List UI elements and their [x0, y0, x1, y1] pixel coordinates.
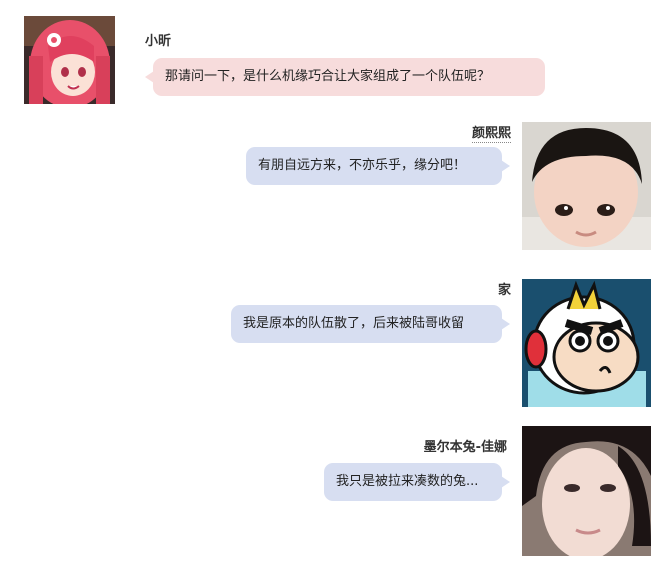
message-bubble[interactable]: 我是原本的队伍散了，后来被陆哥收留: [231, 305, 510, 343]
bubble-tail: [501, 476, 510, 488]
cartoon-boy-avatar[interactable]: [522, 279, 651, 407]
message-bubble[interactable]: 那请问一下，是什么机缘巧合让大家组成了一个队伍呢？: [145, 58, 545, 96]
anime-girl-avatar[interactable]: [24, 16, 115, 104]
bubble-tail: [501, 160, 510, 172]
message-text: 有朋自远方来，不亦乐乎，缘分吧！: [258, 158, 467, 173]
sender-name[interactable]: 小昕: [145, 30, 171, 49]
bubble-tail: [501, 318, 510, 330]
message-text: 我是原本的队伍散了，后来被陆哥收留: [243, 316, 465, 331]
message-text: 那请问一下，是什么机缘巧合让大家组成了一个队伍呢？: [165, 69, 491, 84]
sender-name[interactable]: 家: [498, 279, 511, 298]
sender-name[interactable]: 墨尔本兔-佳娜: [424, 436, 507, 455]
message-text: 我只是被拉来凑数的兔...: [336, 474, 479, 489]
sender-name[interactable]: 颜熙熙: [471, 122, 511, 143]
baby-avatar[interactable]: [522, 122, 651, 250]
message-bubble[interactable]: 有朋自远方来，不亦乐乎，缘分吧！: [246, 147, 510, 185]
bubble-tail: [145, 71, 154, 83]
message-bubble[interactable]: 我只是被拉来凑数的兔...: [324, 463, 510, 501]
woman-avatar[interactable]: [522, 426, 651, 556]
